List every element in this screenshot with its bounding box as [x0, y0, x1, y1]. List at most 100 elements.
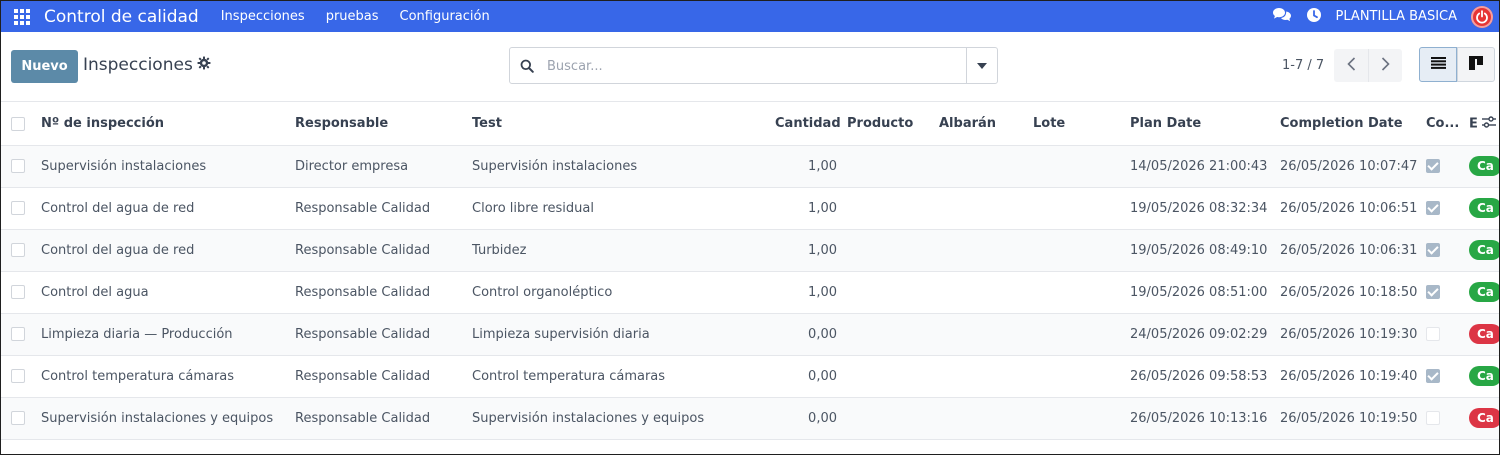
cell-test: Control organoléptico [466, 271, 771, 314]
inspections-table: Nº de inspección Responsable Test Cantid… [1, 103, 1499, 440]
cell-plan-date: 14/05/2026 21:00:43 [1123, 145, 1273, 188]
completed-checkbox[interactable] [1426, 159, 1440, 173]
table-row[interactable]: Limpieza diaria — Producción Responsable … [1, 313, 1499, 356]
row-checkbox[interactable] [11, 159, 25, 173]
status-badge: Ca [1469, 324, 1499, 344]
table-row[interactable]: Supervisión instalaciones y equipos Respo… [1, 397, 1499, 440]
search-input[interactable] [547, 56, 967, 76]
cell-plan-date: 26/05/2026 09:58:53 [1123, 355, 1273, 398]
table-row[interactable]: Control del agua de red Responsable Calid… [1, 229, 1499, 272]
column-header-lot[interactable]: Lote [1029, 103, 1123, 146]
column-header-plan-date[interactable]: Plan Date [1123, 103, 1273, 146]
cell-product [841, 145, 935, 188]
cell-test: Turbidez [466, 229, 771, 272]
cell-picking [935, 355, 1029, 398]
cell-responsible: Responsable Calidad [289, 187, 466, 230]
chevron-left-icon [1346, 56, 1356, 75]
row-checkbox[interactable] [11, 285, 25, 299]
status-badge: Ca [1469, 240, 1499, 260]
completed-checkbox[interactable] [1426, 411, 1440, 425]
row-checkbox[interactable] [11, 411, 25, 425]
cell-responsible: Responsable Calidad [289, 313, 466, 356]
cell-picking [935, 187, 1029, 230]
new-button[interactable]: Nuevo [11, 50, 78, 83]
cell-product [841, 313, 935, 356]
cell-responsible: Responsable Calidad [289, 397, 466, 440]
pager-previous-button[interactable] [1334, 49, 1368, 82]
status-badge: Ca [1469, 282, 1499, 302]
list-view-button[interactable] [1419, 47, 1457, 82]
cell-responsible: Responsable Calidad [289, 229, 466, 272]
completed-checkbox[interactable] [1426, 201, 1440, 215]
row-checkbox[interactable] [11, 369, 25, 383]
page-title: Inspecciones [83, 55, 193, 75]
cell-picking [935, 229, 1029, 272]
column-header-test[interactable]: Test [466, 103, 771, 146]
table-row[interactable]: Control temperatura cámaras Responsable C… [1, 355, 1499, 398]
cell-plan-date: 19/05/2026 08:51:00 [1123, 271, 1273, 314]
cell-number: Control del agua de red [35, 229, 289, 272]
search-icon [520, 59, 534, 77]
cell-product [841, 187, 935, 230]
table-row[interactable]: Control del agua Responsable Calidad Contr… [1, 271, 1499, 314]
completed-checkbox[interactable] [1426, 285, 1440, 299]
column-header-state-label: E [1469, 116, 1478, 132]
cell-test: Supervisión instalaciones [466, 145, 771, 188]
column-header-responsible[interactable]: Responsable [289, 103, 466, 146]
cell-state: Ca [1469, 145, 1499, 188]
chat-icon[interactable] [1272, 7, 1292, 27]
row-checkbox[interactable] [11, 243, 25, 257]
row-select-cell [1, 229, 35, 272]
cell-picking [935, 271, 1029, 314]
pager-next-button[interactable] [1368, 49, 1402, 82]
row-select-cell [1, 271, 35, 314]
column-header-product[interactable]: Producto [841, 103, 935, 146]
column-settings-icon[interactable] [1482, 116, 1497, 132]
completed-checkbox[interactable] [1426, 243, 1440, 257]
cell-lot [1029, 187, 1123, 230]
gear-icon[interactable] [197, 55, 211, 75]
cell-lot [1029, 397, 1123, 440]
table-row[interactable]: Supervisión instalaciones Director empres… [1, 145, 1499, 188]
status-badge: Ca [1469, 156, 1499, 176]
cell-number: Supervisión instalaciones y equipos [35, 397, 289, 440]
kanban-view-button[interactable] [1457, 47, 1495, 82]
company-name[interactable]: PLANTILLA BASICA [1336, 9, 1457, 24]
column-header-number[interactable]: Nº de inspección [35, 103, 289, 146]
cell-completion-date: 26/05/2026 10:06:31 [1273, 229, 1423, 272]
top-navbar: Control de calidad Inspecciones pruebas … [1, 1, 1499, 32]
column-header-picking[interactable]: Albarán [935, 103, 1029, 146]
row-checkbox[interactable] [11, 327, 25, 341]
column-header-completion-date[interactable]: Completion Date [1273, 103, 1423, 146]
completed-checkbox[interactable] [1426, 369, 1440, 383]
completed-checkbox[interactable] [1426, 327, 1440, 341]
column-header-quantity[interactable]: Cantidad [771, 103, 841, 146]
search-options-toggle[interactable] [966, 48, 997, 83]
cell-plan-date: 26/05/2026 10:13:16 [1123, 397, 1273, 440]
cell-product [841, 229, 935, 272]
column-header-state[interactable]: E [1469, 103, 1499, 146]
navbar-systray: PLANTILLA BASICA [1272, 1, 1493, 32]
power-icon[interactable] [1471, 5, 1493, 28]
cell-number: Control temperatura cámaras [35, 355, 289, 398]
cell-completion-date: 26/05/2026 10:19:50 [1273, 397, 1423, 440]
clock-icon[interactable] [1306, 7, 1322, 27]
pager-value[interactable]: 1-7 / 7 [1282, 58, 1324, 73]
column-header-completed[interactable]: Co... [1423, 103, 1469, 146]
cell-picking [935, 397, 1029, 440]
menu-inspecciones[interactable]: Inspecciones [221, 9, 305, 24]
cell-quantity: 1,00 [771, 145, 841, 188]
cell-state: Ca [1469, 187, 1499, 230]
app-brand[interactable]: Control de calidad [44, 7, 199, 27]
apps-grid-icon[interactable] [14, 8, 30, 25]
cell-lot [1029, 271, 1123, 314]
menu-configuracion[interactable]: Configuración [400, 9, 490, 24]
row-checkbox[interactable] [11, 201, 25, 215]
cell-number: Limpieza diaria — Producción [35, 313, 289, 356]
menu-pruebas[interactable]: pruebas [326, 9, 379, 24]
table-row[interactable]: Control del agua de red Responsable Calid… [1, 187, 1499, 230]
cell-number: Control del agua de red [35, 187, 289, 230]
select-all-checkbox[interactable] [11, 116, 25, 131]
cell-state: Ca [1469, 313, 1499, 356]
table-header-row: Nº de inspección Responsable Test Cantid… [1, 103, 1499, 146]
